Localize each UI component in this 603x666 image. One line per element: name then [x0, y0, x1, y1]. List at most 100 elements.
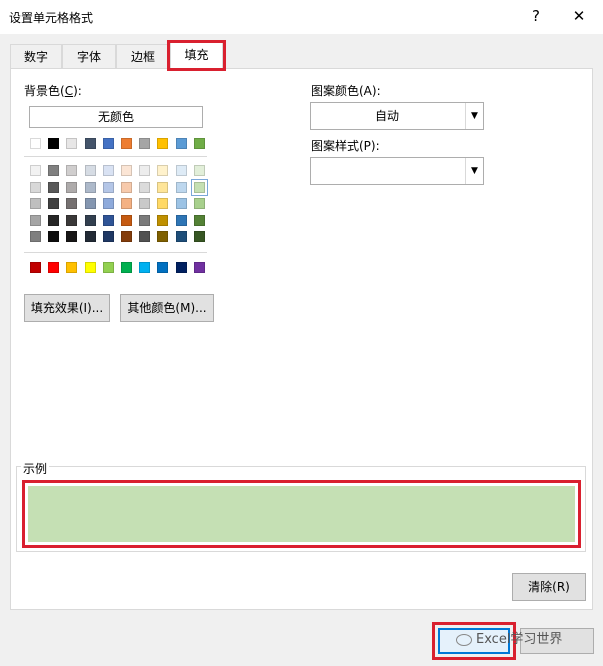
- watermark-text: Excel学习世界: [476, 632, 563, 647]
- standard-color-swatch[interactable]: [84, 262, 96, 273]
- color-swatch[interactable]: [175, 165, 187, 176]
- color-swatch[interactable]: [102, 231, 114, 243]
- palette-separator-1: [24, 156, 207, 157]
- pattern-color-select[interactable]: 自动 ▼: [310, 102, 484, 130]
- clear-button[interactable]: 清除(R): [512, 573, 586, 601]
- color-swatch[interactable]: [193, 165, 205, 176]
- color-swatch[interactable]: [139, 198, 151, 210]
- color-swatch[interactable]: [66, 198, 78, 210]
- watermark: Excel学习世界: [456, 628, 562, 652]
- color-swatch[interactable]: [102, 165, 114, 176]
- color-swatch[interactable]: [66, 214, 78, 226]
- color-swatch[interactable]: [121, 214, 132, 226]
- color-swatch[interactable]: [157, 181, 169, 193]
- color-swatch[interactable]: [84, 181, 96, 193]
- more-colors-button[interactable]: 其他颜色(M)...: [120, 294, 214, 322]
- dialog-title: 设置单元格格式: [9, 11, 94, 25]
- standard-color-swatch[interactable]: [139, 262, 151, 273]
- standard-color-swatch[interactable]: [157, 262, 169, 273]
- pattern-color-value: 自动: [374, 109, 399, 123]
- color-swatch[interactable]: [30, 181, 41, 193]
- background-label-hotkey: C: [64, 84, 74, 98]
- color-swatch[interactable]: [48, 165, 60, 176]
- color-swatch[interactable]: [157, 198, 169, 210]
- standard-color-swatch[interactable]: [48, 262, 60, 273]
- no-color-button[interactable]: 无颜色: [29, 106, 203, 128]
- fill-tab-highlight-frame: [167, 40, 226, 71]
- color-swatch[interactable]: [48, 198, 60, 210]
- color-swatch[interactable]: [175, 231, 187, 243]
- color-swatch[interactable]: [175, 181, 187, 193]
- wechat-icon: [456, 633, 472, 646]
- color-swatch[interactable]: [102, 198, 114, 210]
- color-swatch[interactable]: [84, 198, 96, 210]
- color-swatch[interactable]: [30, 214, 41, 226]
- color-swatch[interactable]: [157, 214, 169, 226]
- close-button[interactable]: ✕: [565, 4, 593, 28]
- color-swatch[interactable]: [66, 138, 78, 149]
- color-swatch[interactable]: [30, 165, 41, 176]
- color-swatch[interactable]: [157, 165, 169, 176]
- color-swatch[interactable]: [157, 138, 169, 149]
- color-swatch[interactable]: [139, 214, 151, 226]
- color-swatch[interactable]: [48, 231, 60, 243]
- standard-color-swatch[interactable]: [30, 262, 41, 273]
- palette-separator-2: [24, 252, 207, 253]
- title-bar: 设置单元格格式 ? ✕: [0, 0, 603, 34]
- tab-border[interactable]: 边框: [116, 44, 170, 68]
- color-swatch[interactable]: [102, 181, 114, 193]
- tab-font[interactable]: 字体: [62, 44, 116, 68]
- color-swatch[interactable]: [193, 231, 205, 243]
- color-swatch[interactable]: [102, 138, 114, 149]
- pattern-color-label: 图案颜色(A):: [311, 84, 381, 98]
- color-swatch[interactable]: [121, 231, 132, 243]
- background-color-label: 背景色(C):: [24, 82, 82, 99]
- color-swatch[interactable]: [48, 214, 60, 226]
- standard-color-swatch[interactable]: [66, 262, 78, 273]
- color-swatch[interactable]: [66, 181, 78, 193]
- color-swatch[interactable]: [84, 214, 96, 226]
- sample-label: 示例: [21, 460, 50, 477]
- color-swatch[interactable]: [190, 178, 208, 196]
- color-swatch[interactable]: [84, 231, 96, 243]
- color-swatch[interactable]: [193, 214, 205, 226]
- color-swatch[interactable]: [175, 138, 187, 149]
- color-swatch[interactable]: [121, 198, 132, 210]
- color-swatch[interactable]: [84, 165, 96, 176]
- color-swatch[interactable]: [193, 138, 205, 149]
- background-label-suffix: ):: [73, 84, 82, 98]
- color-swatch[interactable]: [121, 138, 132, 149]
- fill-effects-button[interactable]: 填充效果(I)...: [24, 294, 110, 322]
- color-swatch[interactable]: [193, 198, 205, 210]
- color-swatch[interactable]: [121, 181, 132, 193]
- help-button[interactable]: ?: [522, 4, 550, 28]
- color-swatch[interactable]: [66, 231, 78, 243]
- color-swatch[interactable]: [139, 181, 151, 193]
- standard-color-swatch[interactable]: [121, 262, 132, 273]
- color-swatch[interactable]: [48, 138, 60, 149]
- standard-color-swatch[interactable]: [175, 262, 187, 273]
- color-swatch[interactable]: [30, 138, 41, 149]
- color-swatch[interactable]: [157, 231, 169, 243]
- color-swatch[interactable]: [102, 214, 114, 226]
- color-swatch[interactable]: [84, 138, 96, 149]
- color-swatch[interactable]: [48, 181, 60, 193]
- background-label-prefix: 背景色(: [24, 84, 65, 98]
- color-swatch[interactable]: [139, 231, 151, 243]
- chevron-down-icon[interactable]: ▼: [465, 103, 483, 129]
- standard-color-swatch[interactable]: [102, 262, 114, 273]
- tab-number[interactable]: 数字: [10, 44, 62, 68]
- color-swatch[interactable]: [30, 231, 41, 243]
- color-swatch[interactable]: [30, 198, 41, 210]
- pattern-style-label: 图案样式(P):: [311, 139, 380, 153]
- color-swatch[interactable]: [139, 165, 151, 176]
- color-swatch[interactable]: [121, 165, 132, 176]
- color-swatch[interactable]: [66, 165, 78, 176]
- color-swatch[interactable]: [139, 138, 151, 149]
- chevron-down-icon[interactable]: ▼: [465, 158, 483, 184]
- pattern-style-select[interactable]: ▼: [310, 157, 484, 185]
- sample-highlight-frame: [22, 480, 581, 548]
- color-swatch[interactable]: [175, 198, 187, 210]
- color-swatch[interactable]: [175, 214, 187, 226]
- standard-color-swatch[interactable]: [193, 262, 205, 273]
